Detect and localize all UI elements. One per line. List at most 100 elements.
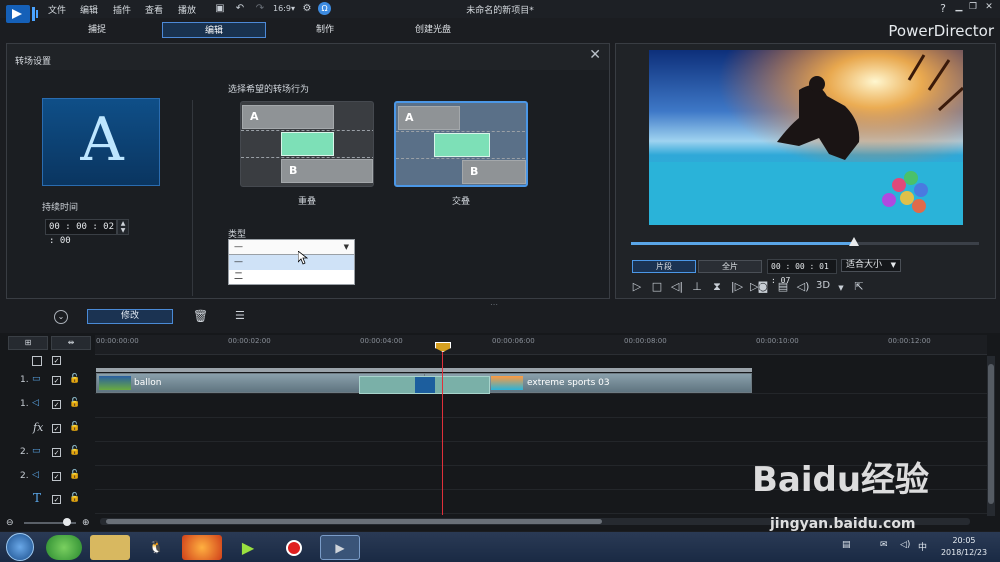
cross-option[interactable]: A B [394, 101, 528, 187]
duration-input[interactable]: 00 : 00 : 02 : 00 [45, 219, 117, 246]
track-enable-checkbox[interactable]: ✓ [52, 376, 61, 385]
trash-icon[interactable]: 🗑 [193, 309, 208, 323]
track-enable-checkbox[interactable]: ✓ [52, 495, 61, 504]
track-enable-checkbox[interactable]: ✓ [52, 400, 61, 409]
file-explorer-icon[interactable] [90, 535, 130, 560]
preview-video[interactable] [649, 50, 963, 225]
track-row-audio-1[interactable] [95, 394, 987, 418]
menu-file[interactable]: 文件 [48, 3, 66, 16]
transition-settings-dialog: 转场设置 ✕ A 持续时间 00 : 00 : 02 : 00 ▲ ▼ 选择希望的… [6, 43, 610, 322]
powerdirector-taskbar-icon[interactable]: ▶ [320, 535, 360, 560]
zoom-slider-knob[interactable] [63, 518, 71, 526]
collapse-icon[interactable]: ⌄ [54, 310, 68, 324]
app-360-icon[interactable] [46, 535, 82, 560]
lock-icon[interactable]: 🔓 [69, 398, 80, 408]
overlap-label-b: B [289, 164, 298, 177]
tray-icon[interactable]: ✉ [880, 540, 888, 550]
snapshot-marker-icon[interactable]: ⧗ [710, 280, 724, 294]
tab-create-disc[interactable]: 创建光盘 [398, 22, 468, 38]
cross-label-b: B [470, 165, 479, 178]
volume-icon[interactable]: ◁) [796, 280, 810, 293]
transition-block[interactable] [359, 376, 490, 394]
fit-size-dropdown[interactable]: 适合大小 ▼ [841, 259, 901, 272]
lock-icon[interactable]: 🔓 [69, 374, 80, 384]
seek-handle[interactable] [848, 237, 859, 246]
track-header-audio-2: 2. ◁ ✓ 🔓 [0, 468, 92, 490]
redo-icon[interactable]: ↷ [254, 3, 266, 14]
watermark-url: jingyan.baidu.com [770, 516, 916, 532]
3d-button[interactable]: 3D [816, 280, 830, 291]
qq-icon[interactable]: 🐧 [136, 535, 176, 560]
firefox-icon[interactable] [182, 535, 222, 560]
clip-mode-button[interactable]: 片段 [632, 260, 696, 273]
chevron-down-icon[interactable]: ▼ [834, 284, 848, 292]
splitter-handle[interactable]: ⋯ [490, 300, 498, 309]
network-icon[interactable]: ▤ [842, 540, 851, 550]
type-option-1[interactable]: — [228, 255, 355, 270]
volume-tray-icon[interactable]: ◁) [900, 540, 910, 550]
undo-icon[interactable]: ↶ [234, 3, 246, 14]
save-icon[interactable]: ▣ [214, 3, 226, 14]
track-enable-checkbox[interactable]: ✓ [52, 448, 61, 457]
type-dropdown[interactable]: — ▼ [228, 239, 355, 255]
camera-icon[interactable]: ◙ [756, 280, 770, 293]
project-title: 未命名的新项目* [466, 6, 534, 16]
track-manager-icon[interactable]: ⊞ [8, 336, 48, 350]
vertical-scrollbar[interactable] [987, 356, 995, 516]
track-row-fx[interactable] [95, 418, 987, 442]
lock-icon[interactable]: 🔓 [69, 446, 80, 456]
preview-timecode[interactable]: 00 : 00 : 01 : 07 [767, 259, 837, 285]
duration-stepper[interactable]: ▲ ▼ [117, 219, 129, 235]
zoom-in-icon[interactable]: ⊕ [82, 518, 90, 528]
preview-seek-bar[interactable] [631, 237, 979, 246]
video-app-icon[interactable]: ▶ [228, 535, 268, 560]
fit-timeline-icon[interactable]: ⇹ [51, 336, 91, 350]
subtitle-icon[interactable]: ▤ [776, 280, 790, 293]
lock-icon[interactable]: 🔓 [69, 493, 80, 503]
all-tracks-box[interactable] [32, 356, 42, 366]
restore-icon[interactable]: ❐ [966, 2, 980, 12]
vscroll-thumb[interactable] [988, 364, 994, 504]
lock-icon[interactable]: 🔓 [69, 422, 80, 432]
edit-list-icon[interactable]: ☰ [235, 309, 245, 322]
all-tracks-checkbox[interactable]: ✓ [52, 356, 61, 365]
previous-frame-icon[interactable]: ◁| [670, 280, 684, 293]
split-icon[interactable]: ⊥ [690, 280, 704, 293]
clip-thumbnail [99, 376, 131, 390]
tab-produce[interactable]: 制作 [290, 22, 360, 38]
language-icon[interactable]: 中 [918, 540, 927, 553]
menu-edit[interactable]: 编辑 [80, 3, 98, 16]
clip-thumbnail [491, 376, 523, 390]
close-icon[interactable]: ✕ [982, 2, 996, 12]
movie-mode-button[interactable]: 全片 [698, 260, 762, 273]
zoom-out-icon[interactable]: ⊖ [6, 518, 14, 528]
aspect-ratio-icon[interactable]: 16:9▾ [273, 3, 295, 14]
help-icon[interactable]: ? [936, 2, 950, 15]
settings-icon[interactable]: ⚙ [301, 3, 313, 14]
menu-play[interactable]: 播放 [178, 3, 196, 16]
scrollbar-thumb[interactable] [106, 519, 602, 524]
clock-time[interactable]: 20:05 [940, 536, 988, 545]
track-enable-checkbox[interactable]: ✓ [52, 424, 61, 433]
minimize-icon[interactable]: ▁ [952, 2, 966, 12]
type-option-2[interactable]: 二 [228, 270, 355, 285]
menu-view[interactable]: 查看 [145, 3, 163, 16]
clock-date[interactable]: 2018/12/23 [934, 548, 994, 557]
account-icon[interactable]: Ω [318, 2, 331, 15]
ruler-tick: 00:00:02:00 [228, 337, 271, 345]
menu-plugins[interactable]: 插件 [113, 3, 131, 16]
record-app-icon[interactable] [274, 535, 314, 560]
play-icon[interactable]: ▷ [630, 280, 644, 293]
stop-icon[interactable]: □ [650, 280, 664, 293]
next-frame-icon[interactable]: |▷ [730, 280, 744, 293]
tab-capture[interactable]: 捕捉 [62, 22, 132, 38]
track-enable-checkbox[interactable]: ✓ [52, 472, 61, 481]
overlap-option[interactable]: A B [240, 101, 374, 187]
start-button-icon[interactable] [6, 533, 34, 561]
tab-edit[interactable]: 编辑 [162, 22, 266, 38]
dialog-close-icon[interactable]: ✕ [589, 47, 601, 63]
modify-button[interactable]: 修改 [87, 309, 173, 324]
audio-icon: ◁ [32, 470, 39, 480]
detach-window-icon[interactable]: ⇱ [852, 280, 866, 293]
lock-icon[interactable]: 🔓 [69, 470, 80, 480]
